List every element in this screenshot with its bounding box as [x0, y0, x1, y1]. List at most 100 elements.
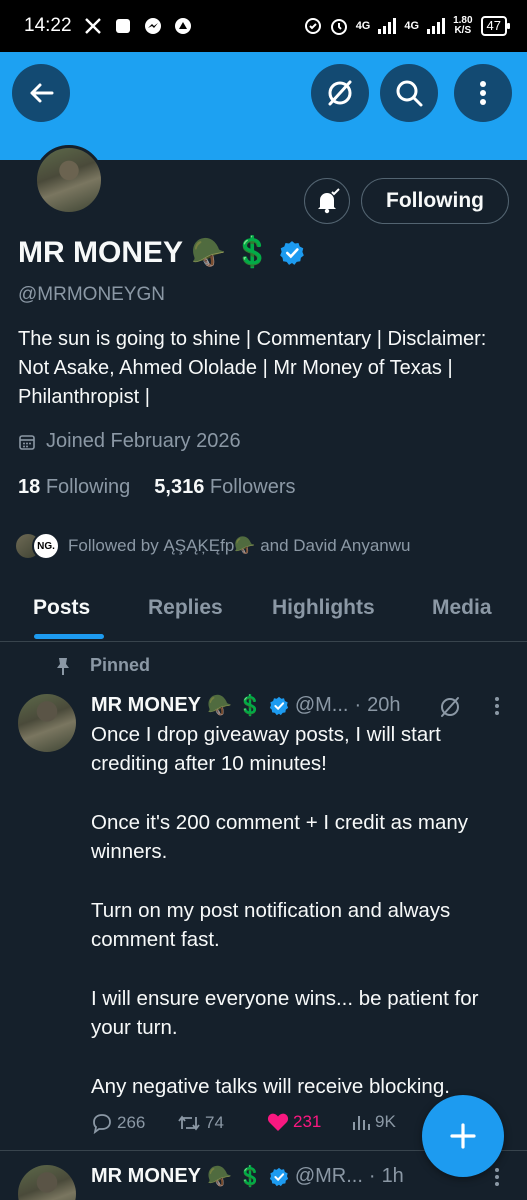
notifications-button[interactable] — [304, 178, 350, 224]
plus-icon — [450, 1123, 476, 1149]
followed-by-text: Followed by ĄŞĄĶĘfp🪖 and David Anyanwu — [68, 536, 411, 555]
post-header: MR MONEY 🪖 💲 @MR... · 1h — [91, 1164, 404, 1189]
views-chart-icon — [353, 1116, 370, 1130]
like-button[interactable]: 231 — [267, 1112, 321, 1132]
post-author-name[interactable]: MR MONEY — [91, 1165, 201, 1188]
post-avatar[interactable] — [18, 694, 76, 752]
like-count: 231 — [293, 1112, 322, 1131]
post-body: Once I drop giveaway posts, I will start… — [91, 720, 501, 1101]
repost-button[interactable]: 74 — [177, 1112, 224, 1134]
tab-highlights[interactable]: Highlights — [272, 596, 375, 620]
back-button[interactable] — [12, 64, 70, 122]
reply-icon — [93, 1114, 111, 1134]
calendar-icon — [19, 434, 35, 450]
app-square-icon — [114, 17, 132, 35]
post-paragraph: Turn on my post notification and always … — [91, 898, 451, 952]
data-saver-icon — [304, 17, 322, 35]
heart-filled-icon — [267, 1113, 289, 1131]
post-actions: 266 74 231 9K — [91, 1112, 421, 1140]
dollar-emoji: 💲 — [237, 1166, 263, 1188]
post-author-handle: @M... — [294, 694, 349, 716]
post-time-separator: · — [368, 1165, 376, 1187]
grok-icon — [328, 80, 352, 106]
tab-posts[interactable]: Posts — [33, 596, 90, 620]
helmet-emoji: 🪖 — [207, 1166, 232, 1188]
post-paragraph: Any negative talks will receive blocking… — [91, 1074, 450, 1098]
helmet-emoji: 🪖 — [207, 695, 232, 717]
followers-count: 5,316 — [154, 476, 205, 498]
alarm-icon — [330, 17, 348, 35]
network-speed: 1.80 K/S — [453, 16, 472, 36]
grok-button[interactable] — [311, 64, 369, 122]
repost-count: 74 — [205, 1113, 224, 1132]
profile-avatar[interactable] — [34, 145, 104, 215]
profile-name: MR MONEY — [18, 235, 183, 269]
status-bar: 14:22 4G 4G 1.80 K/S 47 — [0, 0, 527, 52]
post-more-icon[interactable] — [495, 1168, 499, 1186]
arrow-left-icon — [30, 83, 54, 103]
pin-icon — [57, 657, 69, 675]
more-options-button[interactable] — [454, 64, 512, 122]
pinned-indicator: Pinned — [54, 655, 150, 676]
following-button[interactable]: Following — [361, 178, 509, 224]
views-button[interactable]: 9K — [351, 1112, 396, 1132]
more-vertical-icon — [480, 81, 486, 105]
status-time: 14:22 — [24, 15, 72, 36]
post-paragraph: I will ensure everyone wins... be patien… — [91, 986, 479, 1039]
post-paragraph: Once it's 200 comment + I credit as many… — [91, 810, 469, 864]
profile-bio: The sun is going to shine | Commentary |… — [18, 328, 487, 408]
followers-label: Followers — [209, 476, 296, 498]
joined-text: Joined February 2026 — [46, 430, 241, 452]
follow-counts: 18 Following 5,316 Followers — [18, 476, 296, 499]
dollar-emoji: 💲 — [233, 236, 272, 269]
pinned-label: Pinned — [90, 655, 151, 675]
helmet-emoji: 🪖 — [191, 237, 226, 268]
battery-indicator: 47 — [480, 16, 511, 36]
reply-button[interactable]: 266 — [91, 1112, 145, 1134]
signal-bars-2-icon — [427, 18, 446, 34]
network-type-2: 4G — [404, 20, 420, 32]
verified-badge-icon[interactable] — [279, 240, 305, 266]
followers-link[interactable]: 5,316 Followers — [154, 476, 295, 499]
search-icon — [396, 80, 423, 107]
post-header: MR MONEY 🪖 💲 @M... · 20h — [91, 693, 401, 718]
search-button[interactable] — [380, 64, 438, 122]
post-author-name[interactable]: MR MONEY — [91, 694, 201, 717]
post-time: 1h — [381, 1165, 404, 1187]
tab-replies[interactable]: Replies — [148, 596, 223, 620]
followed-by-row[interactable]: NG. Followed by ĄŞĄĶĘfp🪖 and David Anyan… — [14, 532, 410, 560]
following-count: 18 — [18, 476, 41, 498]
verified-badge-icon — [269, 696, 288, 715]
post-avatar[interactable] — [18, 1165, 76, 1200]
repost-icon — [178, 1115, 200, 1131]
joined-date: Joined February 2026 — [18, 430, 241, 453]
x-app-icon — [84, 17, 102, 35]
bell-check-icon — [318, 188, 340, 214]
following-label: Following — [45, 476, 131, 498]
messenger-icon — [144, 17, 162, 35]
grok-icon[interactable] — [438, 695, 462, 719]
mutual-avatar: NG. — [32, 532, 60, 560]
signal-bars-1-icon — [378, 18, 397, 34]
mutual-avatars: NG. — [14, 532, 60, 560]
tab-media[interactable]: Media — [432, 596, 492, 620]
network-speed-unit: K/S — [454, 25, 472, 36]
profile-banner — [0, 52, 527, 160]
active-tab-indicator — [34, 634, 104, 639]
post-time-separator: · — [354, 694, 362, 716]
network-type-1: 4G — [355, 20, 371, 32]
following-link[interactable]: 18 Following — [18, 476, 130, 499]
reply-count: 266 — [117, 1113, 146, 1132]
post-paragraph: Once I drop giveaway posts, I will start… — [91, 723, 441, 776]
post-more-icon[interactable] — [495, 697, 499, 715]
profile-tabs: Posts Replies Highlights Media — [0, 580, 527, 642]
notification-app-icon — [174, 17, 192, 35]
compose-post-button[interactable] — [422, 1095, 504, 1177]
profile-handle: @MRMONEYGN — [18, 284, 166, 305]
post-time: 20h — [367, 694, 401, 716]
post-author-handle: @MR... — [294, 1165, 363, 1187]
dollar-emoji: 💲 — [237, 695, 263, 717]
views-count: 9K — [375, 1112, 396, 1131]
verified-badge-icon — [269, 1167, 288, 1186]
profile-name-row: MR MONEY 🪖 💲 — [18, 235, 305, 270]
